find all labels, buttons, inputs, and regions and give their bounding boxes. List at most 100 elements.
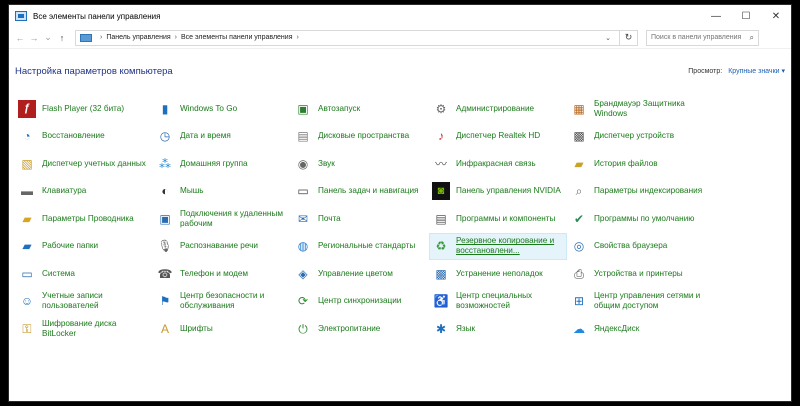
breadcrumb-separator-icon[interactable]: ›: [100, 34, 102, 41]
control-panel-item[interactable]: ◉ Звук: [291, 150, 429, 178]
file-history-icon: ▰: [574, 156, 584, 171]
control-panel-item[interactable]: 🎙 Распознавание речи: [153, 233, 291, 261]
control-panel-item[interactable]: ▬ Клавиатура: [15, 178, 153, 206]
content-header: Настройка параметров компьютера Просмотр…: [9, 55, 791, 87]
item-label: Параметры Проводника: [42, 213, 134, 223]
programs-icon: ▤: [435, 211, 447, 226]
control-panel-item[interactable]: ✔ Программы по умолчанию: [567, 205, 705, 233]
network-icon: ⊞: [573, 294, 585, 309]
default-programs-icon: ✔: [573, 211, 585, 226]
item-label: Система: [42, 268, 75, 278]
control-panel-item[interactable]: ◷ Дата и время: [153, 123, 291, 151]
control-panel-item[interactable]: ▧ Диспетчер учетных данных: [15, 150, 153, 178]
item-label: Центр специальных возможностей: [456, 291, 533, 311]
item-label: История файлов: [594, 158, 658, 168]
control-panel-item[interactable]: ⚑ Центр безопасности и обслуживания: [153, 288, 291, 316]
control-panel-item[interactable]: ▰ История файлов: [567, 150, 705, 178]
color-management-icon: ◈: [298, 266, 308, 281]
control-panel-item[interactable]: ▮ Windows To Go: [153, 95, 291, 123]
control-panel-item[interactable]: ƒ Flash Player (32 бита): [15, 95, 153, 123]
item-label: Шифрование диска BitLocker: [42, 318, 117, 338]
control-panel-item[interactable]: ▩ Диспетчер устройств: [567, 123, 705, 151]
window-title: Все элементы панели управления: [33, 11, 161, 21]
control-panel-item[interactable]: ▭ Панель задач и навигация: [291, 178, 429, 206]
control-panel-item[interactable]: 〰 Инфракрасная связь: [429, 150, 567, 178]
control-panel-item[interactable]: ⏻ Электропитание: [291, 315, 429, 343]
forward-arrow-icon[interactable]: →: [27, 33, 41, 43]
item-label: ЯндексДиск: [594, 323, 640, 333]
control-panel-item[interactable]: ✉ Почта: [291, 205, 429, 233]
item-label: Панель задач и навигация: [318, 186, 419, 196]
refresh-icon[interactable]: ↻: [620, 29, 638, 46]
recovery-icon: ◔: [23, 129, 31, 144]
search-input[interactable]: [651, 34, 750, 41]
search-box[interactable]: ⌕: [646, 29, 759, 46]
item-label: Клавиатура: [42, 186, 87, 196]
control-panel-item[interactable]: ▦ Брандмауэр Защитника Windows: [567, 95, 705, 123]
chevron-down-icon[interactable]: ⌄: [605, 34, 611, 42]
control-panel-item[interactable]: ▣ Автозапуск: [291, 95, 429, 123]
speaker-icon: ◉: [297, 156, 309, 171]
item-label: Устранение неполадок: [456, 268, 543, 278]
search-icon[interactable]: ⌕: [750, 33, 754, 43]
item-label: Диспетчер устройств: [594, 131, 675, 141]
control-panel-item[interactable]: A Шрифты: [153, 315, 291, 343]
page-title: Настройка параметров компьютера: [15, 65, 173, 77]
control-panel-item[interactable]: ▭ Система: [15, 260, 153, 288]
control-panel-item[interactable]: ⚙ Администрирование: [429, 95, 567, 123]
item-label: Мышь: [180, 186, 204, 196]
credential-icon: ▧: [21, 156, 33, 171]
control-panel-item[interactable]: ♻ Резервное копирование и восстановлени..…: [429, 232, 567, 260]
control-panel-item[interactable]: ◈ Управление цветом: [291, 260, 429, 288]
control-panel-item[interactable]: ☺ Учетные записи пользователей: [15, 288, 153, 316]
breadcrumb-item[interactable]: Все элементы панели управления: [181, 34, 292, 41]
flag-icon: ⚑: [159, 294, 171, 309]
title-bar[interactable]: Все элементы панели управления — ☐ ✕: [9, 5, 791, 27]
autoplay-icon: ▣: [297, 101, 309, 116]
control-panel-item[interactable]: ♪ Диспетчер Realtek HD: [429, 123, 567, 151]
close-button[interactable]: ✕: [761, 5, 791, 27]
breadcrumb[interactable]: › Панель управления › Все элементы панел…: [75, 29, 620, 46]
control-panel-item[interactable]: ▤ Дисковые пространства: [291, 123, 429, 151]
control-panel-item[interactable]: ⟳ Центр синхронизации: [291, 288, 429, 316]
view-mode-dropdown[interactable]: Крупные значки ▾: [728, 67, 785, 75]
control-panel-item[interactable]: ▰ Рабочие папки: [15, 233, 153, 261]
control-panel-item[interactable]: ⎙ Устройства и принтеры: [567, 260, 705, 288]
usb-icon: ▮: [161, 101, 169, 116]
system-icon: ▭: [21, 266, 33, 281]
breadcrumb-separator-icon[interactable]: ›: [296, 34, 298, 41]
control-panel-item[interactable]: ▩ Устранение неполадок: [429, 260, 567, 288]
control-panel-item[interactable]: ▣ Подключения к удаленным рабочим: [153, 205, 291, 233]
address-bar: ← → ⌄ ↑ › Панель управления › Все элемен…: [9, 27, 791, 49]
minimize-button[interactable]: —: [701, 5, 731, 27]
backup-icon: ♻: [435, 239, 447, 254]
control-panel-item[interactable]: ⚿ Шифрование диска BitLocker: [15, 315, 153, 343]
chevron-down-icon[interactable]: ⌄: [41, 32, 55, 43]
item-label: Дисковые пространства: [318, 131, 410, 141]
control-panel-item[interactable]: ⊞ Центр управления сетями и общим доступо…: [567, 288, 705, 316]
control-panel-item[interactable]: ▰ Параметры Проводника: [15, 205, 153, 233]
control-panel-item[interactable]: ◙ Панель управления NVIDIA: [429, 178, 567, 206]
item-label: Администрирование: [456, 103, 535, 113]
control-panel-item[interactable]: ◍ Региональные стандарты: [291, 233, 429, 261]
control-panel-item[interactable]: ☁ ЯндексДиск: [567, 315, 705, 343]
item-label: Управление цветом: [318, 268, 393, 278]
breadcrumb-item[interactable]: Панель управления: [106, 34, 170, 41]
control-panel-item[interactable]: ⁂ Домашняя группа: [153, 150, 291, 178]
mouse-icon: ◐: [161, 184, 169, 199]
control-panel-item[interactable]: ♿ Центр специальных возможностей: [429, 288, 567, 316]
control-panel-item[interactable]: ☎ Телефон и модем: [153, 260, 291, 288]
item-label: Центр управления сетями и общим доступом: [594, 291, 701, 311]
control-panel-item[interactable]: ◐ Мышь: [153, 178, 291, 206]
up-arrow-icon[interactable]: ↑: [55, 33, 69, 43]
control-panel-item[interactable]: ◔ Восстановление: [15, 123, 153, 151]
maximize-button[interactable]: ☐: [731, 5, 761, 27]
language-icon: ✱: [435, 321, 447, 336]
control-panel-item[interactable]: ▤ Программы и компоненты: [429, 205, 567, 233]
control-panel-item[interactable]: ◎ Свойства браузера: [567, 233, 705, 261]
control-panel-window: Все элементы панели управления — ☐ ✕ ← →…: [8, 4, 792, 402]
control-panel-item[interactable]: ⌕ Параметры индексирования: [567, 178, 705, 206]
control-panel-item[interactable]: ✱ Язык: [429, 315, 567, 343]
breadcrumb-separator-icon[interactable]: ›: [175, 34, 177, 41]
back-arrow-icon[interactable]: ←: [13, 33, 27, 43]
